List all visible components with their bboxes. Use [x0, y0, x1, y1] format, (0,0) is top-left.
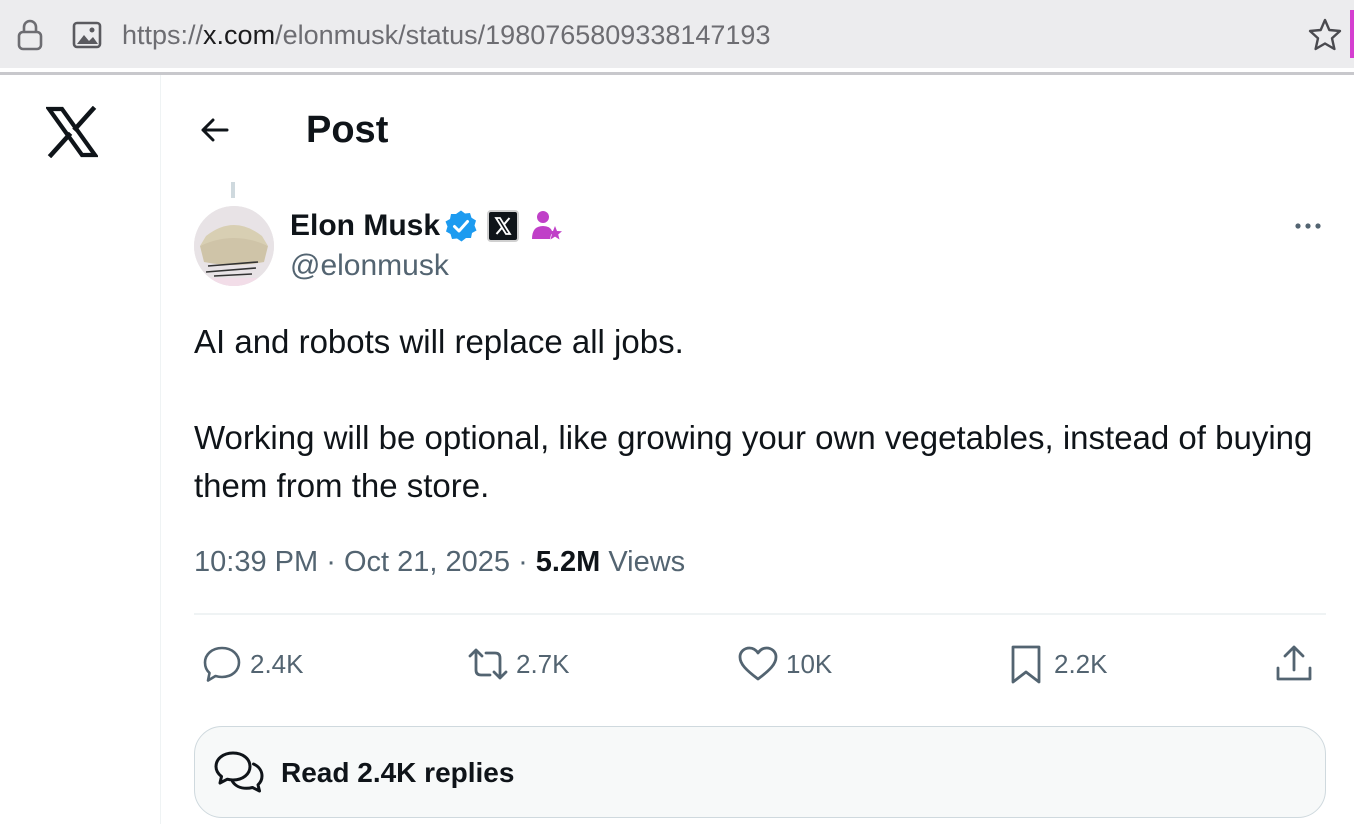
more-icon[interactable]: [1290, 212, 1326, 240]
bookmark-count: 2.2K: [1054, 648, 1108, 679]
replies-icon: [214, 751, 264, 793]
url-path: /elonmusk/status/1980765809338147193: [275, 20, 771, 50]
views-count: 5.2M: [535, 546, 601, 578]
divider: [194, 613, 1326, 615]
like-button[interactable]: 10K: [736, 640, 832, 688]
post-paragraph: AI and robots will replace all jobs.: [194, 323, 684, 360]
repost-icon: [468, 648, 508, 680]
heart-icon: [738, 646, 778, 681]
verified-badge-icon[interactable]: [444, 209, 478, 243]
post-paragraph: Working will be optional, like growing y…: [194, 419, 1313, 504]
author-name[interactable]: Elon Musk: [290, 206, 440, 246]
post-time[interactable]: 10:39 PM: [194, 546, 318, 578]
browser-url-bar: https://x.com/elonmusk/status/1980765809…: [0, 0, 1354, 68]
lock-icon: [17, 19, 43, 51]
url-scheme: https://: [122, 20, 204, 50]
reply-button[interactable]: 2.4K: [200, 640, 304, 688]
share-button[interactable]: [1272, 640, 1316, 688]
left-nav: [0, 75, 161, 824]
reply-count: 2.4K: [250, 648, 304, 679]
bookmark-icon: [1011, 645, 1041, 684]
avatar[interactable]: [194, 206, 274, 286]
repost-button[interactable]: 2.7K: [466, 640, 570, 688]
toolbar-divider: [0, 72, 1354, 75]
bookmark-button[interactable]: 2.2K: [1004, 640, 1108, 688]
star-icon[interactable]: [1306, 16, 1344, 54]
x-logo-icon[interactable]: [46, 106, 98, 158]
like-count: 10K: [786, 648, 833, 679]
thread-connector: [231, 182, 235, 198]
url-field[interactable]: https://x.com/elonmusk/status/1980765809…: [122, 18, 770, 52]
window-edge-accent: [1350, 10, 1354, 58]
url-host: x.com: [203, 20, 276, 50]
read-replies-label: Read 2.4K replies: [281, 757, 515, 788]
page-title: Post: [306, 109, 389, 151]
page-icon[interactable]: [72, 20, 102, 50]
post-date[interactable]: Oct 21, 2025: [344, 546, 510, 578]
meta-separator: ·: [326, 546, 336, 578]
x-affiliate-badge-icon[interactable]: [487, 210, 519, 242]
post-text: AI and robots will replace all jobs. Wor…: [194, 318, 1324, 510]
avatar-image: [194, 206, 274, 286]
meta-separator: ·: [518, 546, 528, 578]
share-icon: [1276, 645, 1312, 681]
post-meta: 10:39 PM · Oct 21, 2025 · 5.2M Views: [194, 542, 685, 582]
person-star-icon[interactable]: [528, 207, 566, 245]
views-label: Views: [608, 546, 686, 578]
read-replies-button[interactable]: Read 2.4K replies: [194, 726, 1326, 818]
reply-icon: [203, 646, 241, 682]
author-handle[interactable]: @elonmusk: [290, 248, 449, 284]
back-arrow-icon[interactable]: [197, 112, 233, 148]
repost-count: 2.7K: [516, 648, 570, 679]
